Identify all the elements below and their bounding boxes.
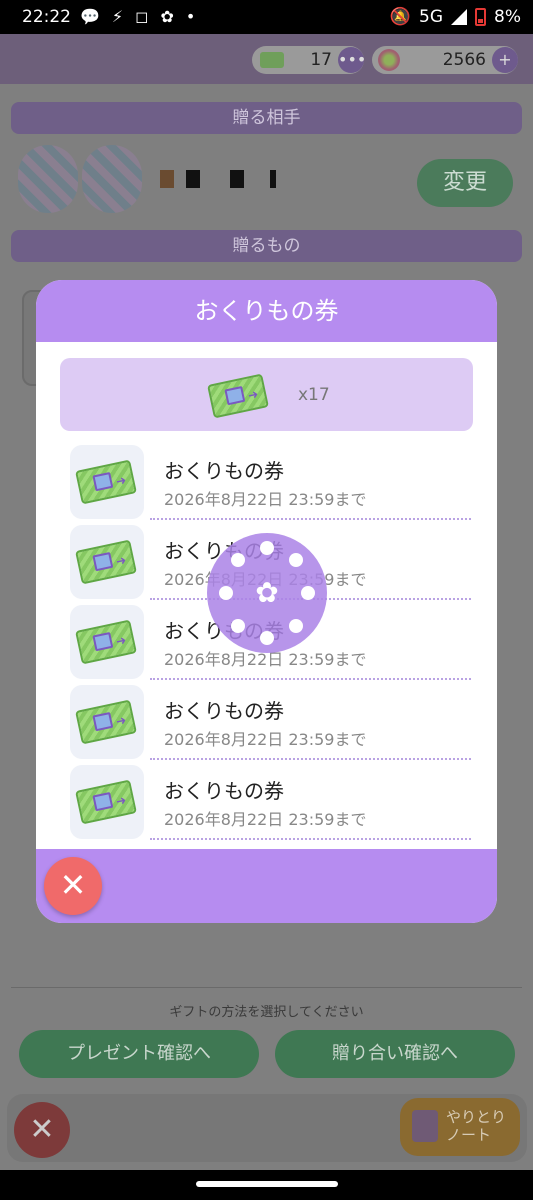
ticket-thumbnail: ➜: [70, 605, 144, 679]
gift-header: 贈るもの: [11, 230, 522, 262]
spinner-dot: [231, 619, 245, 633]
bolt-icon: ⚡: [111, 7, 124, 26]
list-item[interactable]: ➜ おくりもの券 2026年8月22日 23:59まで: [36, 440, 497, 520]
notification-icons: 💬 ⚡ ◻ ✿ •: [80, 7, 195, 26]
gift-ticket-icon: ➜: [75, 779, 137, 825]
dot-icon: •: [185, 7, 196, 26]
modal-title: おくりもの券: [36, 280, 497, 342]
item-expiry: 2026年8月22日 23:59まで: [164, 490, 367, 509]
gift-ticket-icon: ➜: [75, 619, 137, 665]
ticket-thumbnail: ➜: [70, 525, 144, 599]
spinner-dot: [219, 586, 233, 600]
clover-counter: 2566 +: [372, 46, 518, 74]
ticket-quantity: x17: [298, 385, 330, 405]
ticket-more-button[interactable]: •••: [338, 47, 366, 73]
list-item[interactable]: ➜ おくりもの券 2026年8月22日 23:59まで: [36, 760, 497, 840]
spinner-dot: [231, 553, 245, 567]
exchange-confirm-button[interactable]: 贈り合い確認へ: [275, 1030, 515, 1078]
sprout-icon: ✿: [255, 576, 279, 609]
line-icon: 💬: [80, 7, 100, 26]
modal-close-button[interactable]: ✕: [44, 857, 102, 915]
divider: [11, 987, 522, 988]
spinner-dot: [289, 619, 303, 633]
recipient-name-pixelated: [160, 170, 290, 188]
background-close-button[interactable]: ✕: [14, 1102, 70, 1158]
network-label: 5G: [419, 7, 444, 27]
home-gesture-pill[interactable]: [196, 1181, 338, 1187]
spinner-dot: [260, 541, 274, 555]
item-name: おくりもの券: [164, 779, 284, 803]
recipient-avatars: [18, 145, 142, 213]
recipient-header: 贈る相手: [11, 102, 522, 134]
notebook-icon: [412, 1110, 438, 1142]
spinner-dot: [289, 553, 303, 567]
ticket-thumbnail: ➜: [70, 765, 144, 839]
ticket-thumbnail: ➜: [70, 445, 144, 519]
item-expiry: 2026年8月22日 23:59まで: [164, 810, 367, 829]
exchange-note-button[interactable]: やりとり ノート: [400, 1098, 520, 1156]
change-recipient-button[interactable]: 変更: [417, 159, 513, 207]
app-icon: ✿: [160, 7, 174, 26]
status-bar: 22:22 💬 ⚡ ◻ ✿ • 🔕 5G 8%: [0, 0, 533, 34]
battery-label: 8%: [494, 7, 521, 27]
avatar: [82, 145, 142, 213]
gift-ticket-icon: ➜: [75, 539, 137, 585]
ticket-icon: [260, 52, 284, 68]
item-separator: [150, 838, 471, 840]
avatar: [18, 145, 78, 213]
gift-ticket-icon: ➜: [75, 699, 137, 745]
present-confirm-button[interactable]: プレゼント確認へ: [19, 1030, 259, 1078]
modal-footer: ✕: [36, 849, 497, 923]
list-item[interactable]: ➜ おくりもの券 2026年8月22日 23:59まで: [36, 680, 497, 760]
clover-count: 2566: [442, 50, 486, 70]
mute-icon: 🔕: [389, 7, 412, 27]
item-expiry: 2026年8月22日 23:59まで: [164, 730, 367, 749]
instagram-icon: ◻: [135, 7, 149, 26]
gift-ticket-icon: ➜: [207, 373, 269, 419]
clover-icon: [378, 49, 400, 71]
note-button-line1: やりとり: [446, 1108, 507, 1126]
loading-spinner: ✿: [207, 533, 327, 653]
ticket-counter: 17 •••: [252, 46, 366, 74]
spinner-dot: [301, 586, 315, 600]
item-name: おくりもの券: [164, 459, 284, 483]
ticket-count: 17: [310, 50, 332, 70]
spinner-dot: [260, 631, 274, 645]
ticket-summary: ➜ x17: [60, 358, 473, 431]
battery-icon: [475, 8, 487, 26]
clover-add-button[interactable]: +: [492, 47, 518, 73]
item-name: おくりもの券: [164, 699, 284, 723]
status-time: 22:22: [22, 7, 71, 27]
app-header: 17 ••• 2566 +: [0, 34, 533, 84]
gift-ticket-icon: ➜: [75, 459, 137, 505]
signal-icon: [451, 9, 468, 25]
gift-method-hint: ギフトの方法を選択してください: [169, 1005, 364, 1020]
ticket-thumbnail: ➜: [70, 685, 144, 759]
note-button-line2: ノート: [446, 1126, 492, 1144]
